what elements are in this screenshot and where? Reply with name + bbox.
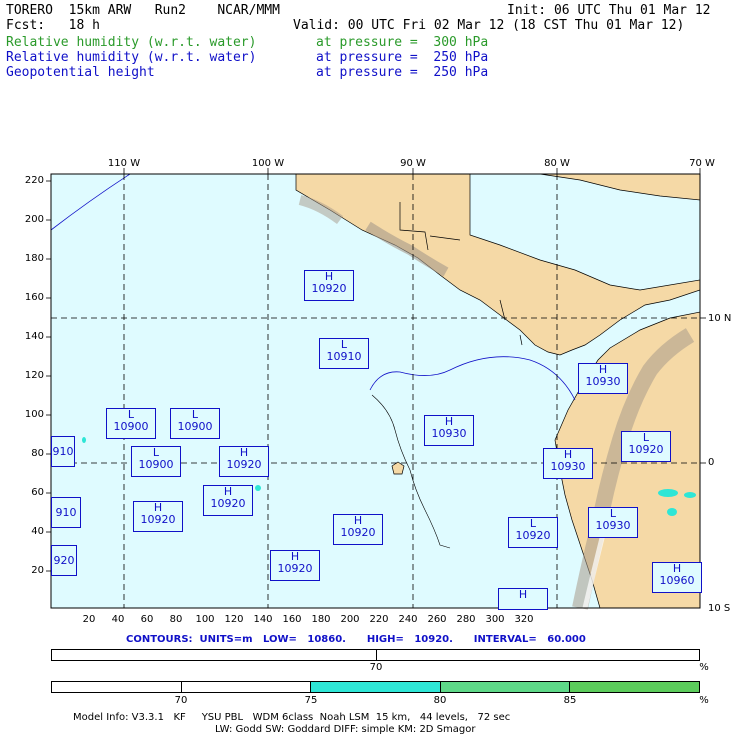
pressure-center-box: L 10900 (106, 408, 156, 439)
pressure-center-box: L 10900 (131, 446, 181, 477)
pressure-center-box: H 10920 (304, 270, 354, 301)
pressure-center-box: L 10900 (170, 408, 220, 439)
pressure-center-box-clipped: 910 (51, 436, 75, 467)
map-canvas (46, 168, 706, 610)
model-info-line-1: Model Info: V3.3.1 KF YSU PBL WDM 6class… (73, 712, 511, 723)
scale-segment (440, 682, 571, 692)
model-info-line-2: LW: Godd SW: Goddard DIFF: simple KM: 2D… (215, 724, 476, 735)
pressure-center-box: L 10910 (319, 338, 369, 369)
pressure-center-box: H 10930 (578, 363, 628, 394)
weather-map-page: { "header": { "title_line": "TORERO 15km… (0, 0, 740, 740)
scale-1-tick: 70 (369, 662, 383, 673)
pressure-center-box: L 10920 (621, 431, 671, 462)
pressure-center-box: H 10920 (270, 550, 320, 581)
contours-info: CONTOURS: UNITS=m LOW= 10860. HIGH= 1092… (126, 634, 586, 645)
scale-divider (376, 650, 377, 660)
scale-2-unit: % (699, 695, 709, 706)
pressure-center-box: H (498, 588, 548, 610)
scale-2-tick: 85 (563, 695, 577, 706)
pressure-center-box: L 10930 (588, 507, 638, 538)
pressure-center-box-clipped: 920 (51, 545, 77, 576)
scale-segment (570, 682, 699, 692)
pressure-center-box: H 10930 (543, 448, 593, 479)
rh-scale-bar-2 (51, 681, 700, 693)
scale-2-tick: 75 (304, 695, 318, 706)
rh-scale-bar-1 (51, 649, 700, 661)
pressure-center-box: H 10920 (219, 446, 269, 477)
scale-1-unit: % (699, 662, 709, 673)
pressure-center-box-clipped: 910 (51, 497, 81, 528)
pressure-center-box: H 10920 (203, 485, 253, 516)
pressure-center-box: H 10920 (333, 514, 383, 545)
scale-segment (181, 682, 312, 692)
scale-segment (311, 682, 441, 692)
pressure-center-box: H 10960 (652, 562, 702, 593)
scale-2-tick: 80 (433, 695, 447, 706)
pressure-center-box: H 10930 (424, 415, 474, 446)
scale-segment (52, 682, 182, 692)
scale-2-tick: 70 (174, 695, 188, 706)
pressure-center-box: H 10920 (133, 501, 183, 532)
pressure-center-box: L 10920 (508, 517, 558, 548)
